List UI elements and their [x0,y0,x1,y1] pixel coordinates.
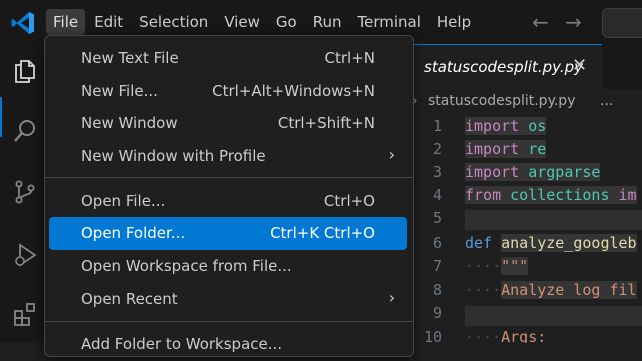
code-line: def analyze_googleb [465,234,637,252]
activity-bar [0,44,48,343]
code-line: import argparse [465,163,601,181]
vscode-logo-icon[interactable] [10,10,36,36]
extensions-icon[interactable] [12,301,38,327]
line-number: 3 [432,163,442,181]
line-number: 4 [432,186,442,204]
line-number: 10 [423,328,442,343]
source-control-icon[interactable] [12,179,38,205]
menu-bar: File Edit Selection View Go Run Terminal… [46,9,480,35]
code-line: ····Args: [465,328,547,343]
menu-item-open-workspace[interactable]: Open Workspace from File... [49,250,407,283]
menu-run[interactable]: Run [306,9,349,35]
menu-item-add-folder-to-workspace[interactable]: Add Folder to Workspace... [49,328,407,361]
menu-help[interactable]: Help [430,9,478,35]
menu-item-new-window-with-profile[interactable]: New Window with Profile › [49,140,407,173]
active-view-indicator [0,97,2,137]
chevron-right-icon: › [388,145,395,164]
code-line: ····""" [465,257,529,275]
code-line: import re [465,140,547,158]
breadcrumb-file[interactable]: statuscodesplit.py.py [428,93,575,109]
arrow-right-icon[interactable]: → [565,10,582,34]
breadcrumb: › statuscodesplit.py.py ... [412,90,642,114]
line-number: 2 [432,140,442,158]
line-number: 5 [432,209,442,227]
menu-terminal[interactable]: Terminal [351,9,428,35]
arrow-left-icon[interactable]: ← [532,10,549,34]
files-icon[interactable] [12,58,38,84]
selection-highlight [465,306,642,326]
file-menu-dropdown: New Text File Ctrl+N New File... Ctrl+Al… [44,35,414,357]
menu-view[interactable]: View [217,9,267,35]
line-number: 6 [432,234,442,252]
line-number: 7 [432,257,442,275]
menu-item-open-file[interactable]: Open File... Ctrl+O [49,185,407,218]
chevron-right-icon: › [388,288,395,307]
tab-statuscodesplit[interactable]: statuscodesplit.py.py ✕ [412,44,602,90]
line-number: 8 [432,281,442,299]
code-line: ····Analyze log fil [465,281,637,299]
menu-item-new-text-file[interactable]: New Text File Ctrl+N [49,42,407,75]
command-center-search[interactable] [602,8,642,38]
menu-separator [45,321,413,322]
selection-highlight [465,210,642,230]
code-line: from collections im [465,186,637,204]
line-number: 1 [432,117,442,135]
run-debug-icon[interactable] [12,242,38,268]
menu-item-open-folder[interactable]: Open Folder... Ctrl+K Ctrl+O [49,217,407,250]
tab-label: statuscodesplit.py.py [424,58,583,76]
editor-tab-bar: statuscodesplit.py.py ✕ [412,44,642,90]
breadcrumb-more[interactable]: ... [600,93,613,109]
menu-item-new-file[interactable]: New File... Ctrl+Alt+Windows+N [49,75,407,108]
menu-selection[interactable]: Selection [132,9,215,35]
menu-item-open-recent[interactable]: Open Recent › [49,283,407,316]
code-line: import os [465,117,547,135]
menu-go[interactable]: Go [269,9,304,35]
menu-edit[interactable]: Edit [87,9,130,35]
menu-item-new-window[interactable]: New Window Ctrl+Shift+N [49,107,407,140]
line-number: 9 [432,304,442,322]
menu-file[interactable]: File [46,9,86,35]
search-icon[interactable] [12,118,38,144]
menu-separator [45,177,413,178]
close-icon[interactable]: ✕ [572,55,587,76]
code-editor[interactable]: 1 2 3 4 5 6 7 8 9 10 import os import re… [412,114,642,343]
